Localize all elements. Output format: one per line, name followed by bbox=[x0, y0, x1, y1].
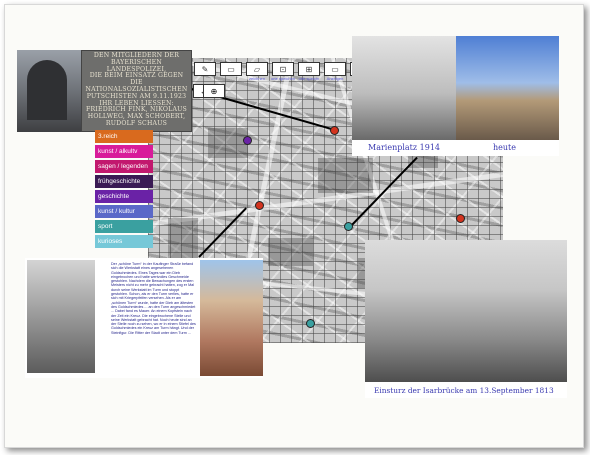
isarbruecke-photo bbox=[365, 240, 567, 382]
category-item[interactable]: kunst / kultur bbox=[95, 205, 153, 218]
pencil-icon[interactable]: ✎ bbox=[194, 62, 216, 76]
map-marker[interactable] bbox=[306, 319, 315, 328]
category-item[interactable]: kunst / alkultv bbox=[95, 145, 153, 158]
category-item[interactable]: frühgeschichte bbox=[95, 175, 153, 188]
map-toolbar: ✎ ▭ ▱ zeichnen ⊡ orte speichen ⊞ orte speichr ▭ A… bbox=[193, 62, 373, 81]
plaque-line: DIE BEIM EINSATZ GEGEN DIE bbox=[89, 72, 184, 87]
category-list: 3.reich kunst / alkultv sagen / legenden fr… bbox=[95, 130, 153, 250]
story-text: Der „schöne Turm“ in der Kaufinger Straß… bbox=[111, 262, 196, 335]
category-item[interactable]: sport bbox=[95, 220, 153, 233]
caption-isarbruecke: Einsturz der Isarbrücke am 13.September … bbox=[374, 386, 554, 395]
schoener-turm-panel: Der „schöne Turm“ in der Kaufinger Straß… bbox=[25, 258, 263, 378]
tool-save-place-2[interactable]: ⊞ orte speichr bbox=[297, 62, 321, 81]
caption-heute: heute bbox=[493, 143, 516, 152]
tool-label: zeichnen bbox=[248, 76, 265, 81]
feldherrnhalle-photo bbox=[17, 50, 81, 132]
map-marker[interactable] bbox=[255, 201, 264, 210]
show-icon[interactable]: ▭ bbox=[324, 62, 346, 76]
tool-show[interactable]: ▭ Anzeigen bbox=[323, 62, 347, 81]
schoener-turm-photo bbox=[27, 260, 95, 373]
save-place-icon[interactable]: ⊡ bbox=[272, 62, 294, 76]
rect-icon[interactable]: ▭ bbox=[220, 62, 242, 76]
category-item[interactable]: kurioses bbox=[95, 235, 153, 248]
turm-figure-photo bbox=[200, 260, 263, 376]
marienplatz-1914-photo bbox=[352, 36, 456, 140]
category-item[interactable]: geschichte bbox=[95, 190, 153, 203]
map-marker[interactable] bbox=[243, 136, 252, 145]
tool-label: orte speichr bbox=[298, 76, 320, 81]
save-place-2-icon[interactable]: ⊞ bbox=[298, 62, 320, 76]
plaque-photo: DEN MITGLIEDERN DER BAYERISCHEN LANDESPOL… bbox=[17, 50, 192, 132]
draw-icon[interactable]: ▱ bbox=[246, 62, 268, 76]
map-marker[interactable] bbox=[330, 126, 339, 135]
memorial-plaque: DEN MITGLIEDERN DER BAYERISCHEN LANDESPOL… bbox=[81, 50, 192, 132]
map-marker[interactable] bbox=[456, 214, 465, 223]
category-item[interactable]: sagen / legenden bbox=[95, 160, 153, 173]
zoom-icon[interactable]: ⊕ bbox=[203, 84, 225, 98]
tool-pencil[interactable]: ✎ bbox=[193, 62, 217, 81]
tool-rect[interactable]: ▭ bbox=[219, 62, 243, 81]
tool-label: Anzeigen bbox=[326, 76, 344, 81]
tool-save-place[interactable]: ⊡ orte speichen bbox=[271, 62, 295, 81]
plaque-line: RUDOLF SCHAUS bbox=[105, 119, 168, 127]
category-item[interactable]: 3.reich bbox=[95, 130, 153, 143]
caption-marienplatz-1914: Marienplatz 1914 bbox=[368, 143, 441, 152]
plaque-line: BAYERISCHEN LANDESPOLIZEI, bbox=[106, 58, 167, 73]
marienplatz-today-photo bbox=[456, 36, 559, 140]
tool-draw[interactable]: ▱ zeichnen bbox=[245, 62, 269, 81]
map-marker[interactable] bbox=[344, 222, 353, 231]
tool-label: orte speichen bbox=[271, 76, 296, 81]
